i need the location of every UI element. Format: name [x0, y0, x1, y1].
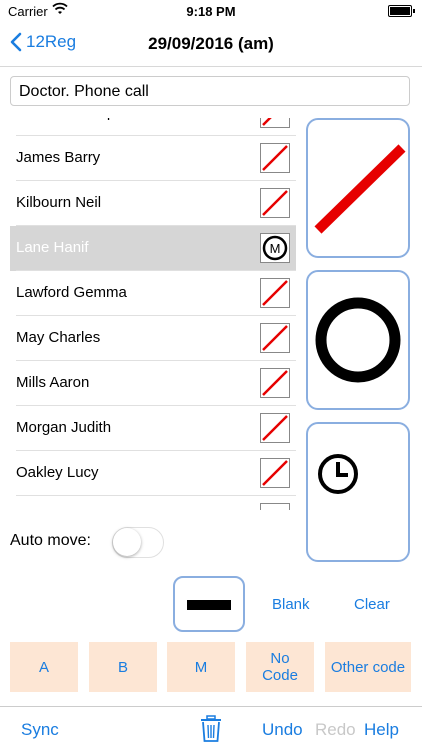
absent-circle-icon — [315, 297, 401, 383]
svg-text:M: M — [270, 241, 281, 256]
pupil-name: May Charles — [16, 329, 101, 346]
pupil-name: James Barry — [16, 149, 101, 166]
present-slash-icon — [262, 145, 288, 171]
list-item[interactable]: Lane Hanif M — [10, 226, 296, 271]
mark-cell[interactable] — [260, 368, 290, 398]
pupil-name: Lawford Gemma — [16, 284, 127, 301]
mark-cell[interactable] — [260, 458, 290, 488]
sync-button[interactable]: Sync — [21, 720, 59, 740]
mark-cell[interactable] — [260, 503, 290, 510]
present-slash-icon — [262, 370, 288, 396]
list-item[interactable]: Hollander Stephen — [10, 118, 296, 136]
mark-cell[interactable] — [260, 143, 290, 173]
register-list[interactable]: Hollander Stephen James Barry Kilbourn Nei… — [10, 118, 296, 510]
blank-button[interactable]: Blank — [272, 596, 310, 613]
mark-cell[interactable]: M — [260, 233, 290, 263]
late-clock-icon — [318, 454, 358, 494]
list-item[interactable]: Kilbourn Neil — [10, 181, 296, 226]
toggle-knob — [113, 528, 141, 556]
list-item[interactable]: Oakley Lucy — [10, 451, 296, 496]
redo-button[interactable]: Redo — [315, 720, 356, 740]
clear-button[interactable]: Clear — [354, 596, 390, 613]
present-slash-icon — [262, 280, 288, 306]
present-slash-icon — [262, 118, 272, 126]
mark-cell[interactable] — [260, 118, 290, 128]
status-time: 9:18 PM — [186, 4, 236, 19]
present-slash-icon — [262, 190, 288, 216]
list-item[interactable]: Lawford Gemma — [10, 271, 296, 316]
pupil-name: Mills Aaron — [16, 374, 90, 391]
present-slash-icon — [262, 325, 288, 351]
mark-cell[interactable] — [260, 323, 290, 353]
pupil-name: Morgan Judith — [16, 419, 112, 436]
pupil-name: Oakley Lucy — [16, 464, 99, 481]
navigation-bar: 12Reg 29/09/2016 (am) — [0, 22, 422, 67]
help-button[interactable]: Help — [364, 720, 399, 740]
present-slash-icon — [262, 460, 288, 486]
mark-absent-button[interactable] — [306, 270, 410, 410]
no-code-button[interactable]: No Code — [246, 642, 314, 692]
session-title-field[interactable]: Doctor. Phone call — [10, 76, 410, 106]
present-slash-icon — [262, 415, 288, 441]
mark-cell[interactable] — [260, 278, 290, 308]
code-b-button[interactable]: B — [89, 642, 157, 692]
battery-icon — [388, 5, 415, 17]
list-item[interactable]: James Barry — [10, 136, 296, 181]
auto-move-toggle[interactable] — [112, 527, 164, 558]
pupil-name: Lane Hanif — [16, 239, 89, 256]
list-item[interactable]: Morgan Judith — [10, 406, 296, 451]
mark-present-button[interactable] — [306, 118, 410, 258]
mark-late-button[interactable] — [306, 422, 410, 562]
list-item[interactable]: May Charles — [10, 316, 296, 361]
present-slash-icon — [314, 144, 406, 234]
page-title: 29/09/2016 (am) — [148, 34, 274, 53]
bottom-toolbar: Sync Undo Redo Help — [0, 706, 422, 751]
other-code-button[interactable]: Other code — [325, 642, 411, 692]
status-bar: Carrier 9:18 PM — [0, 0, 422, 22]
list-item[interactable] — [10, 496, 296, 510]
code-a-button[interactable]: A — [10, 642, 78, 692]
code-m-button[interactable]: M — [167, 642, 235, 692]
code-circle-icon: M — [262, 235, 288, 261]
undo-button[interactable]: Undo — [262, 720, 303, 740]
list-item[interactable]: Mills Aaron — [10, 361, 296, 406]
trash-icon[interactable] — [200, 715, 222, 748]
mark-cell[interactable] — [260, 413, 290, 443]
pupil-name: Kilbourn Neil — [16, 194, 102, 211]
mark-cell[interactable] — [260, 188, 290, 218]
dash-icon — [187, 600, 231, 610]
auto-move-label: Auto move: — [10, 532, 91, 549]
pupil-name: Hollander Stephen — [16, 118, 140, 121]
dash-mark-button[interactable] — [173, 576, 245, 632]
